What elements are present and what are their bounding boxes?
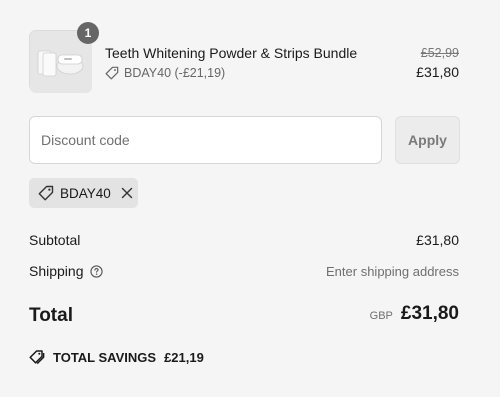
question-circle-icon[interactable] bbox=[89, 264, 103, 278]
total-group: GBP £31,80 bbox=[370, 303, 459, 325]
tag-icon bbox=[38, 185, 54, 201]
apply-button[interactable]: Apply bbox=[395, 116, 460, 164]
shipping-label: Shipping bbox=[29, 263, 84, 279]
total-label: Total bbox=[29, 305, 73, 326]
applied-discount-pill: BDAY40 bbox=[29, 178, 138, 208]
total-amount: £31,80 bbox=[400, 303, 459, 324]
quantity-badge: 1 bbox=[77, 22, 99, 44]
tags-icon bbox=[29, 349, 45, 365]
shipping-value: Enter shipping address bbox=[326, 264, 459, 279]
total-savings: TOTAL SAVINGS £21,19 bbox=[29, 348, 204, 366]
tag-icon bbox=[105, 66, 119, 80]
subtotal-label: Subtotal bbox=[29, 232, 81, 248]
order-summary: 1 Teeth Whitening Powder & Strips Bundle… bbox=[0, 0, 500, 397]
product-discount-text: BDAY40 (-£21,19) bbox=[124, 66, 226, 80]
shipping-label-group: Shipping bbox=[29, 263, 103, 279]
savings-amount: £21,19 bbox=[164, 349, 204, 365]
product-discount: BDAY40 (-£21,19) bbox=[105, 64, 225, 82]
original-price: £52,99 bbox=[420, 46, 459, 60]
currency-code: GBP bbox=[369, 310, 393, 322]
final-price: £31,80 bbox=[416, 64, 459, 80]
remove-discount-icon[interactable] bbox=[121, 187, 133, 199]
applied-code: BDAY40 bbox=[60, 185, 111, 201]
discount-code-input[interactable] bbox=[29, 116, 382, 164]
product-name: Teeth Whitening Powder & Strips Bundle bbox=[105, 45, 358, 61]
savings-label: TOTAL SAVINGS bbox=[53, 349, 157, 365]
subtotal-value: £31,80 bbox=[416, 232, 459, 248]
